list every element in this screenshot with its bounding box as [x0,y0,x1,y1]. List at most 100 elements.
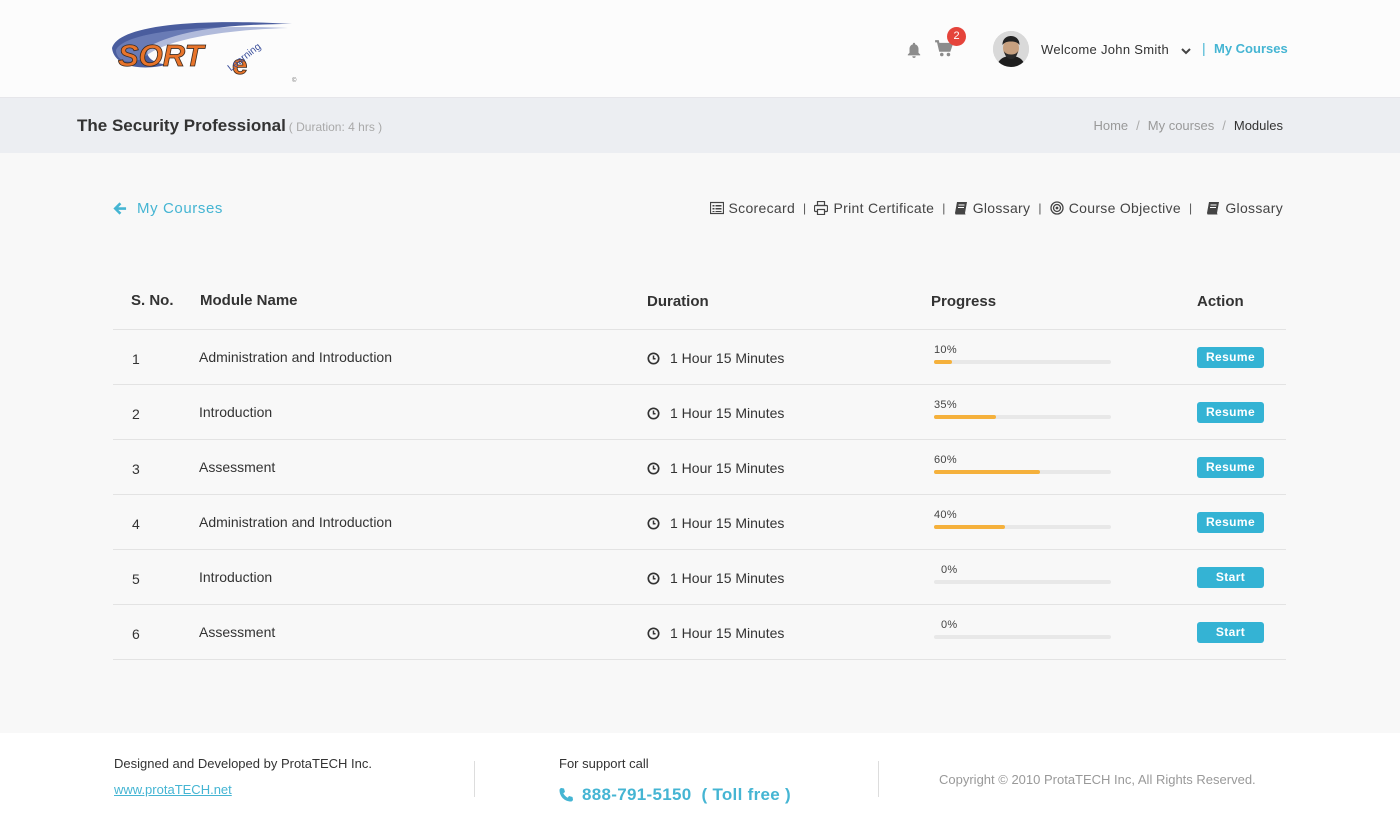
course-duration-note: ( Duration: 4 hrs ) [288,120,383,134]
resume-button[interactable]: Resume [1197,347,1264,368]
scorecard-link[interactable]: Scorecard [709,200,796,216]
course-objective-label: Course Objective [1068,200,1181,216]
chevron-down-icon[interactable] [1180,44,1192,56]
target-icon [1050,201,1064,215]
row-duration: 1 Hour 15 Minutes [647,460,784,476]
progress-percent: 0% [941,564,958,576]
toolbar-separator: | [942,201,946,215]
website-link[interactable]: www.protaTECH.net [114,782,232,797]
course-objective-link[interactable]: Course Objective [1050,200,1181,216]
print-icon [814,201,829,215]
row-module-name: Assessment [199,624,276,640]
glossary-link-2[interactable]: Glossary [1206,200,1283,216]
row-progress: 60% [934,454,1111,474]
top-header: SORT e Learning © 2 Welcome John Smith |… [0,0,1400,98]
progress-percent: 35% [934,399,957,411]
support-phone[interactable]: 888-791-5150 ( Toll free ) [558,785,791,805]
footer-divider [878,761,879,797]
print-certificate-link[interactable]: Print Certificate [814,200,934,216]
row-duration-text: 1 Hour 15 Minutes [670,460,785,476]
table-row: 5 Introduction 1 Hour 15 Minutes 0% Start [113,550,1286,605]
modules-table: S. No. Module Name Duration Progress Act… [113,276,1286,660]
row-module-name: Assessment [199,459,276,475]
toolbar-separator: | [803,201,807,215]
row-duration: 1 Hour 15 Minutes [647,625,784,641]
sorte-learning-logo[interactable]: SORT e Learning © [110,16,302,84]
clock-icon [647,351,660,365]
course-title: The Security Professional [77,116,286,135]
resume-button[interactable]: Resume [1197,402,1264,423]
clock-icon [647,461,660,475]
back-to-my-courses-link[interactable]: My Courses [112,200,223,217]
toll-free-label: ( Toll free ) [701,785,791,804]
list-icon [709,201,724,215]
row-sno: 1 [132,351,140,367]
row-duration-text: 1 Hour 15 Minutes [670,515,785,531]
row-duration: 1 Hour 15 Minutes [647,405,784,421]
row-module-name: Introduction [199,569,273,585]
resume-button[interactable]: Resume [1197,512,1264,533]
row-module-name: Administration and Introduction [199,514,392,530]
row-duration: 1 Hour 15 Minutes [647,570,784,586]
bell-icon[interactable] [905,41,923,59]
logo-sort-text: SORT [118,38,207,73]
scorecard-label: Scorecard [728,200,796,216]
logo-mark: © [292,77,297,84]
clock-icon [647,406,660,420]
header-separator: | [1202,40,1206,56]
glossary-link[interactable]: Glossary [954,200,1031,216]
breadcrumb-home[interactable]: Home [1093,118,1128,133]
table-row: 2 Introduction 1 Hour 15 Minutes 35% Resume [113,385,1286,440]
progress-percent: 40% [934,509,957,521]
row-module-name: Introduction [199,404,273,420]
back-link-label: My Courses [137,200,224,217]
header-sno: S. No. [131,292,174,309]
start-button[interactable]: Start [1197,622,1264,643]
progress-track [934,360,1111,364]
support-label: For support call [559,756,649,771]
toolbar-separator: | [1188,201,1193,215]
start-button[interactable]: Start [1197,567,1264,588]
row-action: Start [1197,567,1264,588]
progress-track [934,415,1111,419]
toolbar-separator: | [1038,201,1042,215]
user-avatar[interactable] [993,31,1029,67]
resume-button[interactable]: Resume [1197,457,1264,478]
row-progress: 0% [934,619,1111,639]
row-sno: 6 [132,626,140,642]
row-action: Start [1197,622,1264,643]
table-row: 4 Administration and Introduction 1 Hour 1… [113,495,1286,550]
table-row: 1 Administration and Introduction 1 Hour 1… [113,330,1286,385]
breadcrumb: Home / My courses / Modules [1093,118,1283,133]
progress-track [934,635,1111,639]
course-toolbar: Scorecard | Print Certificate | Glossary… [709,200,1283,216]
progress-fill [934,470,1041,474]
book-icon [1207,202,1220,215]
header-action: Action [1197,293,1244,310]
row-sno: 5 [132,571,140,587]
progress-track [934,580,1111,584]
designed-by-text: Designed and Developed by ProtaTECH Inc. [114,756,372,771]
row-duration-text: 1 Hour 15 Minutes [670,350,785,366]
row-progress: 10% [934,344,1111,364]
progress-fill [934,415,996,419]
header-progress: Progress [931,293,997,310]
row-progress: 35% [934,399,1111,419]
phone-number: 888-791-5150 [582,785,692,804]
row-module-name: Administration and Introduction [199,349,392,365]
table-header: S. No. Module Name Duration Progress Act… [113,276,1286,330]
breadcrumb-my-courses[interactable]: My courses [1148,118,1214,133]
clock-icon [647,571,660,585]
table-row: 3 Assessment 1 Hour 15 Minutes 60% Resume [113,440,1286,495]
row-sno: 4 [132,516,140,532]
cart-count-badge: 2 [947,27,966,46]
print-certificate-label: Print Certificate [833,200,935,216]
arrow-left-icon [113,202,127,215]
row-duration-text: 1 Hour 15 Minutes [670,570,785,586]
progress-fill [934,525,1005,529]
header-my-courses-link[interactable]: My Courses [1214,41,1288,56]
glossary-label-2: Glossary [1225,200,1283,216]
header-module-name: Module Name [200,292,298,309]
page-title: The Security Professional( Duration: 4 h… [77,116,382,136]
phone-icon [559,788,573,802]
